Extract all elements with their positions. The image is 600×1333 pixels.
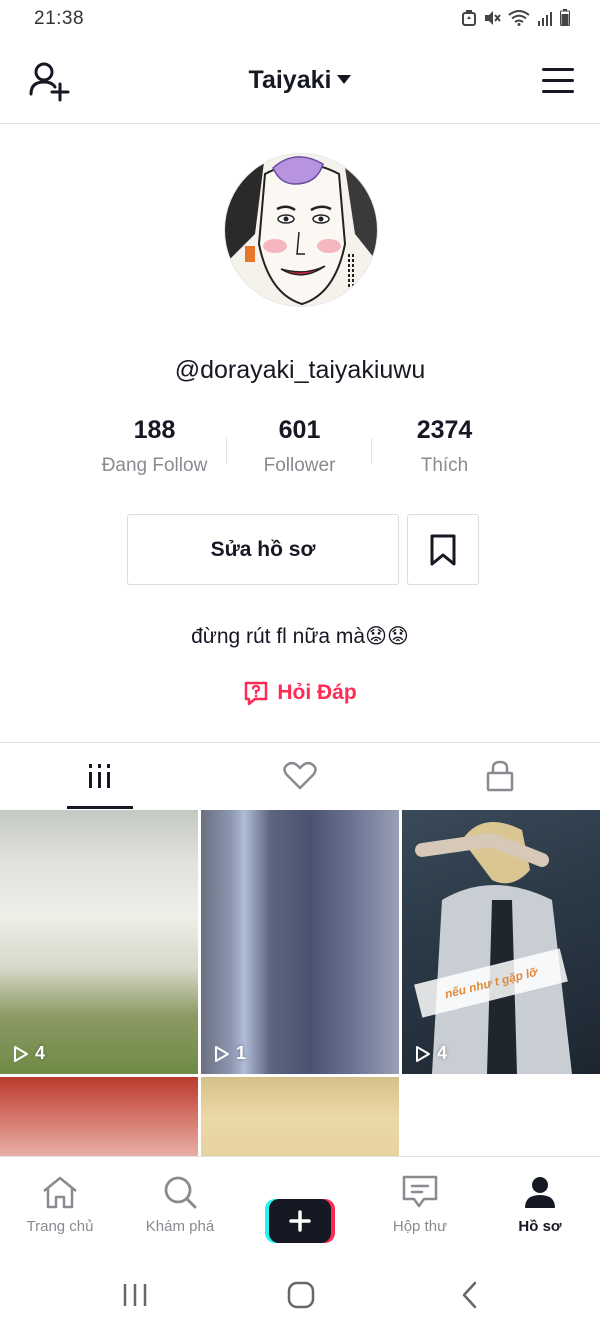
nav-profile-label: Hồ sơ [518, 1218, 562, 1235]
nav-inbox[interactable]: Hộp thư [360, 1157, 480, 1252]
following-label: Đang Follow [101, 455, 208, 476]
followers-label: Follower [263, 455, 336, 476]
nav-discover[interactable]: Khám phá [120, 1157, 240, 1252]
account-switcher[interactable]: Taiyaki [0, 66, 600, 95]
tab-private[interactable] [400, 743, 600, 809]
mute-icon [483, 10, 501, 31]
avatar-image [225, 154, 377, 306]
search-icon [164, 1176, 197, 1209]
likes-label: Thích [420, 455, 469, 476]
following-count: 188 [133, 416, 176, 444]
plus-icon [265, 1199, 335, 1243]
profile-stats: 188 Đang Follow 601 Follower 2374 Thích [82, 416, 518, 486]
home-icon [43, 1176, 77, 1209]
video-thumbnail[interactable]: 1 [201, 810, 399, 1074]
bottom-nav: Trang chủ Khám phá Hộp thư Hồ sơ [0, 1156, 600, 1252]
page-title: Taiyaki [248, 66, 332, 94]
profile-tabs [0, 742, 600, 809]
tab-liked[interactable] [200, 743, 400, 809]
home-button-icon[interactable] [286, 1280, 316, 1310]
menu-button[interactable] [542, 68, 576, 96]
edit-profile-button[interactable]: Sửa hồ sơ [127, 514, 399, 585]
tab-videos[interactable] [0, 743, 200, 809]
qa-label: Hỏi Đáp [277, 681, 357, 704]
profile-icon [525, 1177, 555, 1208]
view-count: 1 [213, 1043, 246, 1064]
username: @dorayaki_taiyakiuwu [174, 356, 426, 384]
recent-apps-icon[interactable] [120, 1282, 150, 1308]
likes-count: 2374 [416, 416, 473, 444]
heart-icon [283, 761, 317, 790]
back-icon[interactable] [460, 1280, 480, 1310]
wifi-icon [508, 9, 530, 31]
view-count: 4 [414, 1043, 447, 1064]
battery-icon [560, 9, 570, 31]
question-bubble-icon [245, 681, 268, 706]
bookmark-icon [430, 534, 456, 565]
chevron-down-icon [337, 74, 352, 84]
status-icons [462, 9, 570, 31]
grid-icon [89, 764, 110, 788]
video-thumbnail[interactable]: nếu như t gặp lỡ 4 [402, 810, 600, 1074]
video-thumbnail[interactable]: 4 [0, 810, 198, 1074]
status-bar: 21:38 [0, 0, 600, 40]
create-button[interactable] [265, 1199, 335, 1243]
nav-home[interactable]: Trang chủ [0, 1157, 120, 1252]
hamburger-icon [542, 68, 574, 71]
nav-inbox-label: Hộp thư [392, 1218, 448, 1235]
active-tab-indicator [67, 806, 133, 809]
nav-profile[interactable]: Hồ sơ [480, 1157, 600, 1252]
header: Taiyaki [0, 40, 600, 124]
qa-link[interactable]: Hỏi Đáp [0, 680, 600, 706]
nav-create[interactable] [240, 1157, 360, 1252]
bio: đừng rút fl nữa mà😟😟 [191, 625, 409, 648]
followers-count: 601 [278, 416, 321, 444]
inbox-icon [402, 1175, 438, 1208]
nav-discover-label: Khám phá [145, 1218, 215, 1235]
video-thumbnail[interactable] [0, 1077, 198, 1157]
status-time: 21:38 [34, 8, 85, 29]
avatar[interactable] [224, 153, 378, 307]
followers-stat[interactable]: 601 Follower [227, 416, 372, 486]
lock-icon [486, 760, 514, 792]
video-thumbnail[interactable] [201, 1077, 399, 1157]
play-icon [416, 1045, 430, 1062]
play-icon [215, 1045, 229, 1062]
battery-saver-icon [462, 9, 476, 31]
nav-home-label: Trang chủ [26, 1218, 94, 1235]
view-count: 4 [12, 1043, 45, 1064]
system-nav-bar [0, 1252, 600, 1333]
signal-icon [537, 10, 553, 31]
following-stat[interactable]: 188 Đang Follow [82, 416, 227, 486]
thumbnail-figure [415, 822, 572, 1074]
play-icon [14, 1045, 28, 1062]
likes-stat[interactable]: 2374 Thích [372, 416, 517, 486]
favorites-button[interactable] [407, 514, 479, 585]
